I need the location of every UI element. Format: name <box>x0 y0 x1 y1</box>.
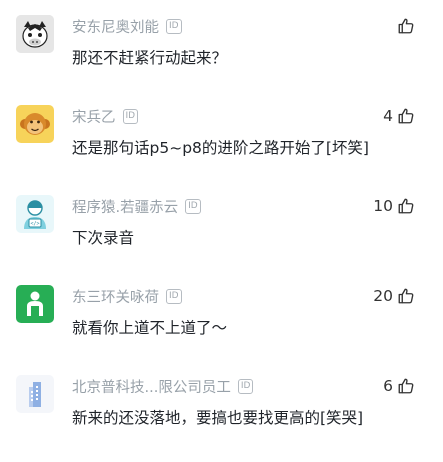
like-button[interactable]: 6 <box>383 375 415 397</box>
comment-text: 下次录音 <box>72 229 135 247</box>
id-badge: ID <box>185 198 201 214</box>
id-badge: ID <box>166 18 182 34</box>
person-avatar[interactable] <box>16 285 54 323</box>
username[interactable]: 东三环关咏荷 <box>72 286 159 307</box>
comment-text: 那还不赶紧行动起来？ <box>72 49 228 67</box>
like-count: 4 <box>383 107 393 125</box>
zebra-avatar[interactable] <box>16 15 54 53</box>
like-count: 6 <box>383 377 393 395</box>
thumbs-up-icon <box>398 198 414 214</box>
thumbs-up-icon <box>398 108 414 124</box>
like-button[interactable]: 4 <box>383 105 415 127</box>
id-badge: ID <box>122 108 139 124</box>
like-button[interactable]: 10 <box>373 195 415 217</box>
comment-item: </> 程序猿.若疆赤云 ID 下次录音 10 <box>0 195 443 275</box>
like-button[interactable]: 20 <box>373 285 415 307</box>
thumbs-up-icon <box>398 18 414 34</box>
thumbs-up-icon <box>398 378 414 394</box>
id-badge: ID <box>237 378 254 394</box>
monkey-avatar[interactable] <box>16 105 54 143</box>
like-count: 20 <box>373 287 393 305</box>
comment-item: 北京普科技...限公司员工 ID 新来的还没落地，要搞也要找更高的[笑哭] 6 <box>0 375 443 455</box>
username[interactable]: 宋兵乙 <box>72 106 116 127</box>
username[interactable]: 北京普科技...限公司员工 <box>72 376 231 397</box>
comment-item: 宋兵乙 ID 还是那句话p5~p8的进阶之路开始了[坏笑] 4 <box>0 105 443 185</box>
programmer-avatar[interactable]: </> <box>16 195 54 233</box>
building-avatar[interactable] <box>16 375 54 413</box>
svg-text:</>: </> <box>30 221 39 227</box>
comment-text: 新来的还没落地，要搞也要找更高的[笑哭] <box>72 409 364 427</box>
thumbs-up-icon <box>398 288 414 304</box>
comment-item: 安东尼奥刘能 ID 那还不赶紧行动起来？ <box>0 15 443 95</box>
comment-text: 就看你上道不上道了～ <box>72 319 228 337</box>
username[interactable]: 安东尼奥刘能 <box>72 16 159 37</box>
like-count: 10 <box>373 197 393 215</box>
comment-text: 还是那句话p5~p8的进阶之路开始了[坏笑] <box>72 139 369 157</box>
comment-item: 东三环关咏荷 ID 就看你上道不上道了～ 20 <box>0 285 443 365</box>
like-button[interactable] <box>393 15 415 37</box>
username[interactable]: 程序猿.若疆赤云 <box>72 196 178 217</box>
id-badge: ID <box>166 288 182 304</box>
